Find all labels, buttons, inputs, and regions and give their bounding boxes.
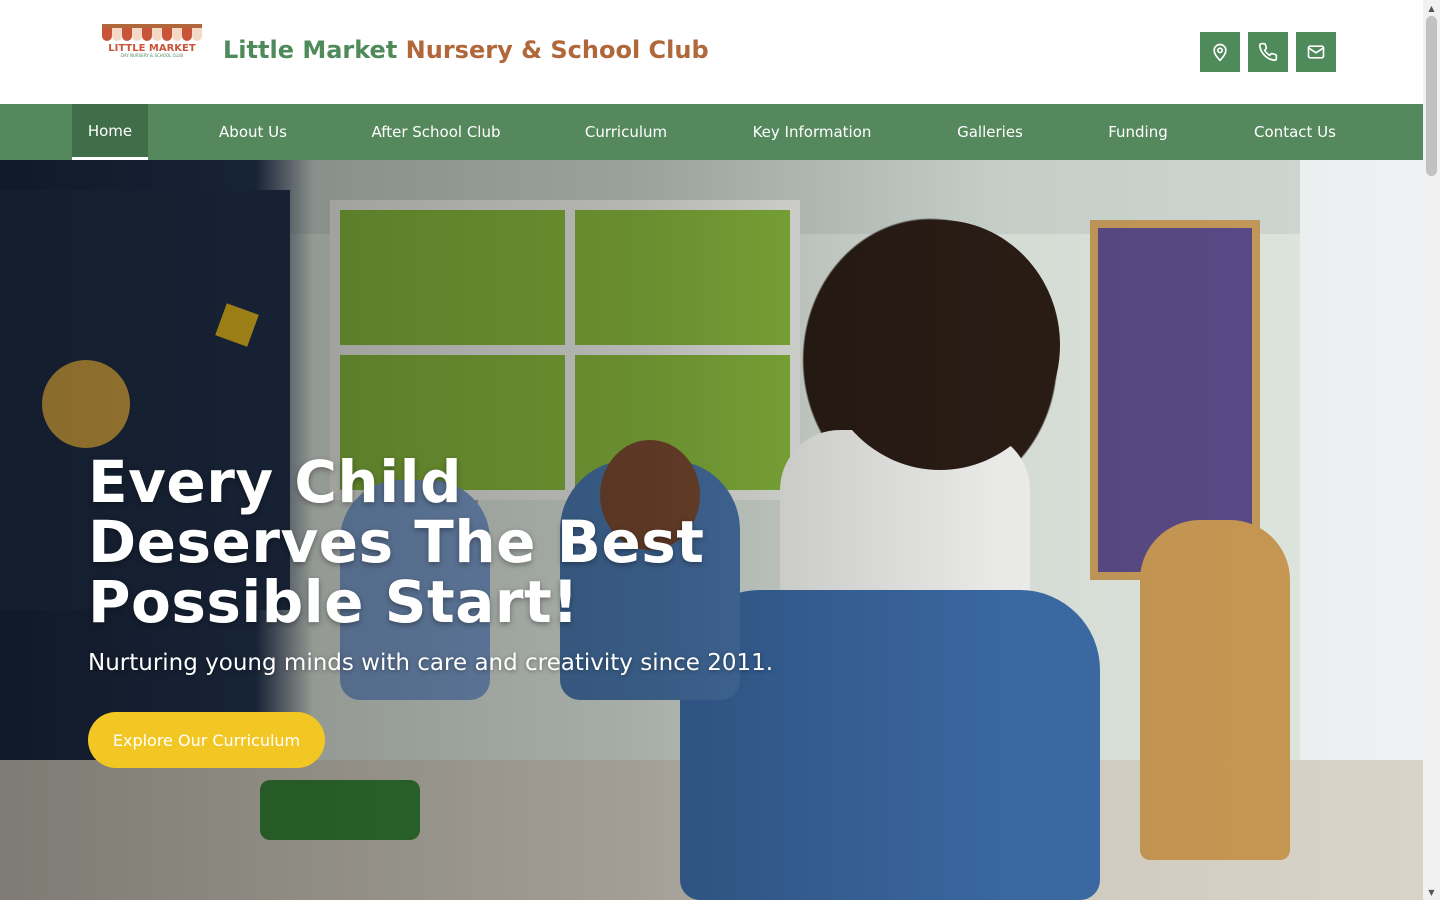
location-icon	[1213, 43, 1227, 62]
hero-subtitle: Nurturing young minds with care and crea…	[88, 650, 774, 676]
site-logo[interactable]: LITTLE MARKET DAY NURSERY & SCHOOL CLUB	[98, 22, 206, 62]
phone-button[interactable]	[1248, 32, 1288, 72]
scroll-down-arrow-icon[interactable]: ▼	[1423, 884, 1440, 900]
nav-item-about-us[interactable]: About Us	[204, 104, 302, 160]
nav-item-funding[interactable]: Funding	[1094, 104, 1182, 160]
page-scrollbar[interactable]: ▲ ▼	[1423, 0, 1440, 900]
nav-item-curriculum[interactable]: Curriculum	[572, 104, 680, 160]
scroll-up-arrow-icon[interactable]: ▲	[1423, 0, 1440, 16]
site-header: LITTLE MARKET DAY NURSERY & SCHOOL CLUB …	[0, 0, 1423, 104]
location-button[interactable]	[1200, 32, 1240, 72]
scrollbar-thumb[interactable]	[1426, 16, 1437, 176]
nav-item-after-school-club[interactable]: After School Club	[358, 104, 514, 160]
main-navigation: Home About Us After School Club Curricul…	[0, 104, 1423, 160]
mail-icon	[1307, 45, 1325, 59]
nav-item-galleries[interactable]: Galleries	[944, 104, 1036, 160]
nav-item-contact-us[interactable]: Contact Us	[1240, 104, 1350, 160]
hero-title: Every Child Deserves The Best Possible S…	[88, 448, 705, 636]
explore-curriculum-button[interactable]: Explore Our Curriculum	[88, 712, 325, 768]
site-brand-name[interactable]: Little Market Nursery & School Club	[223, 36, 709, 64]
mail-button[interactable]	[1296, 32, 1336, 72]
brand-name-part1: Little Market	[223, 36, 406, 64]
phone-icon	[1258, 42, 1278, 62]
brand-name-part2: Nursery & School Club	[405, 36, 709, 64]
logo-subtext: DAY NURSERY & SCHOOL CLUB	[121, 53, 183, 58]
nav-item-key-information[interactable]: Key Information	[738, 104, 886, 160]
hero-section: Every Child Deserves The Best Possible S…	[0, 160, 1423, 900]
nav-item-home[interactable]: Home	[72, 104, 148, 160]
